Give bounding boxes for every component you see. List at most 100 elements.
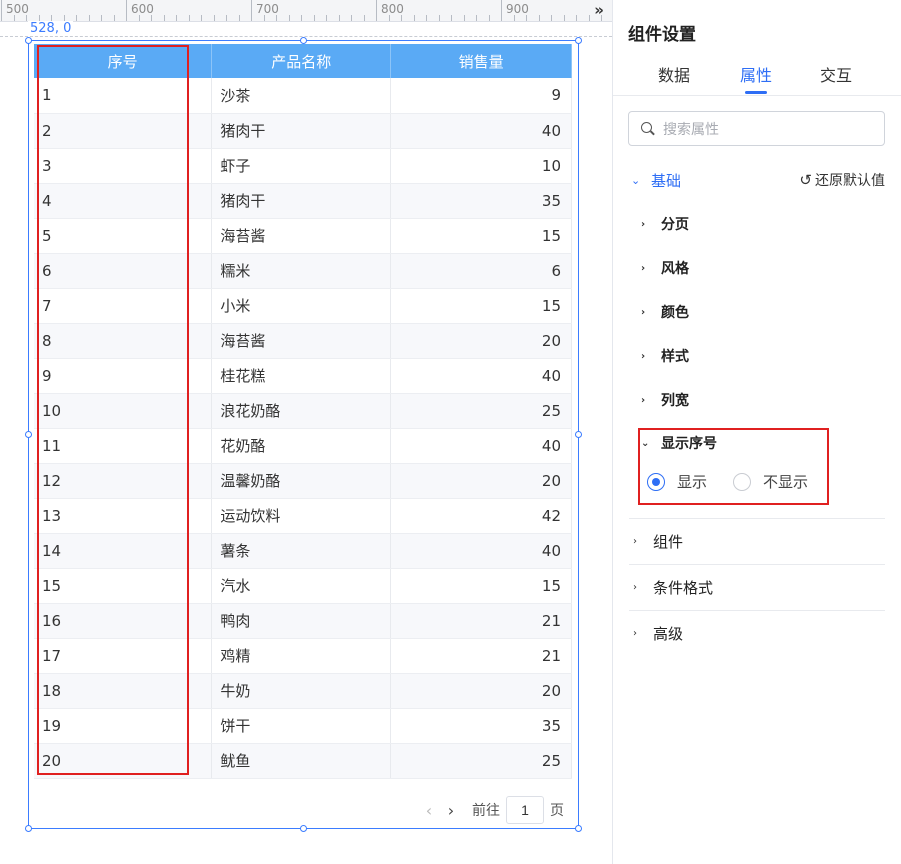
table-row[interactable]: 7 小米 15 xyxy=(34,288,572,324)
reset-default-button[interactable]: ↺ 还原默认值 xyxy=(799,170,885,190)
ruler-tick xyxy=(263,15,265,21)
table-row[interactable]: 2 猪肉干 40 xyxy=(34,113,572,149)
cell-sales: 21 xyxy=(390,638,572,674)
search-input[interactable] xyxy=(663,120,863,137)
ruler-tick xyxy=(163,15,165,21)
table-row[interactable]: 4 猪肉干 35 xyxy=(34,183,572,219)
radio-unchecked-icon[interactable] xyxy=(733,472,752,491)
sub-item-color[interactable]: › 颜色 xyxy=(641,302,689,322)
design-canvas[interactable]: 500 600 700 800 900 » 528, 0 序号 产品名称 销售量… xyxy=(0,0,612,864)
cell-product: 桂花糕 xyxy=(211,358,392,394)
double-chevron-right-icon[interactable]: » xyxy=(594,1,604,19)
cell-product: 鸡精 xyxy=(211,638,392,674)
table-row[interactable]: 1 沙茶 9 xyxy=(34,78,572,114)
cell-sales: 15 xyxy=(390,218,572,254)
section-basic[interactable]: ⌄ 基础 ↺ 还原默认值 xyxy=(631,170,885,191)
sub-item-style-theme[interactable]: › 风格 xyxy=(641,258,689,278)
cell-index: 12 xyxy=(34,463,213,499)
show-index-radio-group: 显示 不显示 xyxy=(647,471,834,492)
settings-panel: 组件设置 数据 属性 交互 ⌄ 基础 ↺ 还原默认值 › 分页 › 风格 › 颜… xyxy=(612,0,901,864)
table-row[interactable]: 19 饼干 35 xyxy=(34,708,572,744)
resize-handle[interactable] xyxy=(575,37,582,44)
table-row[interactable]: 13 运动饮料 42 xyxy=(34,498,572,534)
chevron-left-icon[interactable]: ‹ xyxy=(418,801,440,820)
sub-item-label: 风格 xyxy=(661,261,689,277)
group-label: 高级 xyxy=(653,625,684,643)
cell-product: 糯米 xyxy=(211,253,392,289)
resize-handle[interactable] xyxy=(300,825,307,832)
ruler-tick xyxy=(451,15,452,21)
ruler-tick xyxy=(526,15,527,21)
table-row[interactable]: 8 海苔酱 20 xyxy=(34,323,572,359)
radio-show[interactable]: 显示 xyxy=(647,471,707,492)
table-row[interactable]: 12 温馨奶酪 20 xyxy=(34,463,572,499)
pagination: ‹ › 前往 页 xyxy=(418,796,564,824)
cell-sales: 21 xyxy=(390,603,572,639)
resize-handle[interactable] xyxy=(575,431,582,438)
table-row[interactable]: 3 虾子 10 xyxy=(34,148,572,184)
table-row[interactable]: 9 桂花糕 40 xyxy=(34,358,572,394)
page-number-input[interactable] xyxy=(506,796,544,824)
ruler-tick xyxy=(26,15,27,21)
cell-product: 鸭肉 xyxy=(211,603,392,639)
resize-handle[interactable] xyxy=(25,37,32,44)
group-component[interactable]: › 组件 xyxy=(629,518,885,564)
cell-index: 16 xyxy=(34,603,213,639)
cell-product: 小米 xyxy=(211,288,392,324)
table-row[interactable]: 20 鱿鱼 25 xyxy=(34,743,572,779)
chevron-right-icon[interactable]: › xyxy=(440,801,462,820)
group-label: 条件格式 xyxy=(653,579,714,597)
ruler-tick xyxy=(338,15,340,21)
cell-index: 1 xyxy=(34,78,213,114)
tab-properties[interactable]: 属性 xyxy=(740,62,772,86)
table-row[interactable]: 11 花奶酪 40 xyxy=(34,428,572,464)
column-header-index[interactable]: 序号 xyxy=(34,44,213,78)
ruler-label: 800 xyxy=(381,2,404,16)
cell-product: 海苔酱 xyxy=(211,218,392,254)
cell-product: 浪花奶酪 xyxy=(211,393,392,429)
group-advanced[interactable]: › 高级 xyxy=(629,610,885,656)
cell-sales: 35 xyxy=(390,183,572,219)
resize-handle[interactable] xyxy=(25,431,32,438)
column-header-sales[interactable]: 销售量 xyxy=(390,44,572,78)
cell-index: 13 xyxy=(34,498,213,534)
cell-sales: 20 xyxy=(390,323,572,359)
ruler-tick xyxy=(538,15,540,21)
sub-item-pagination[interactable]: › 分页 xyxy=(641,214,689,234)
table-row[interactable]: 17 鸡精 21 xyxy=(34,638,572,674)
ruler-tick xyxy=(438,15,440,21)
radio-hide[interactable]: 不显示 xyxy=(733,471,808,492)
ruler-tick xyxy=(288,15,290,21)
resize-handle[interactable] xyxy=(575,825,582,832)
resize-handle[interactable] xyxy=(25,825,32,832)
undo-icon: ↺ xyxy=(799,171,812,189)
horizontal-ruler: 500 600 700 800 900 » xyxy=(0,0,612,22)
chevron-right-icon: › xyxy=(641,262,646,274)
sub-item-style[interactable]: › 样式 xyxy=(641,346,689,366)
cell-product: 猪肉干 xyxy=(211,113,392,149)
ruler-tick xyxy=(351,15,352,21)
table-row[interactable]: 6 糯米 6 xyxy=(34,253,572,289)
ruler-tick xyxy=(188,15,190,21)
table-row[interactable]: 18 牛奶 20 xyxy=(34,673,572,709)
tab-interaction[interactable]: 交互 xyxy=(820,62,852,86)
sub-item-column-width[interactable]: › 列宽 xyxy=(641,390,689,410)
chevron-right-icon: › xyxy=(641,306,646,318)
column-header-product[interactable]: 产品名称 xyxy=(211,44,392,78)
ruler-tick xyxy=(363,15,365,21)
cell-index: 5 xyxy=(34,218,213,254)
group-conditional-format[interactable]: › 条件格式 xyxy=(629,564,885,610)
table-row[interactable]: 16 鸭肉 21 xyxy=(34,603,572,639)
table-row[interactable]: 14 薯条 40 xyxy=(34,533,572,569)
radio-checked-icon[interactable] xyxy=(647,472,665,491)
property-search[interactable] xyxy=(628,111,885,146)
table-row[interactable]: 10 浪花奶酪 25 xyxy=(34,393,572,429)
resize-handle[interactable] xyxy=(300,37,307,44)
cell-product: 海苔酱 xyxy=(211,323,392,359)
ruler-tick xyxy=(213,15,215,21)
table-row[interactable]: 5 海苔酱 15 xyxy=(34,218,572,254)
tab-data[interactable]: 数据 xyxy=(658,62,690,86)
table-row[interactable]: 15 汽水 15 xyxy=(34,568,572,604)
ruler-tick xyxy=(376,0,377,21)
cell-sales: 15 xyxy=(390,568,572,604)
